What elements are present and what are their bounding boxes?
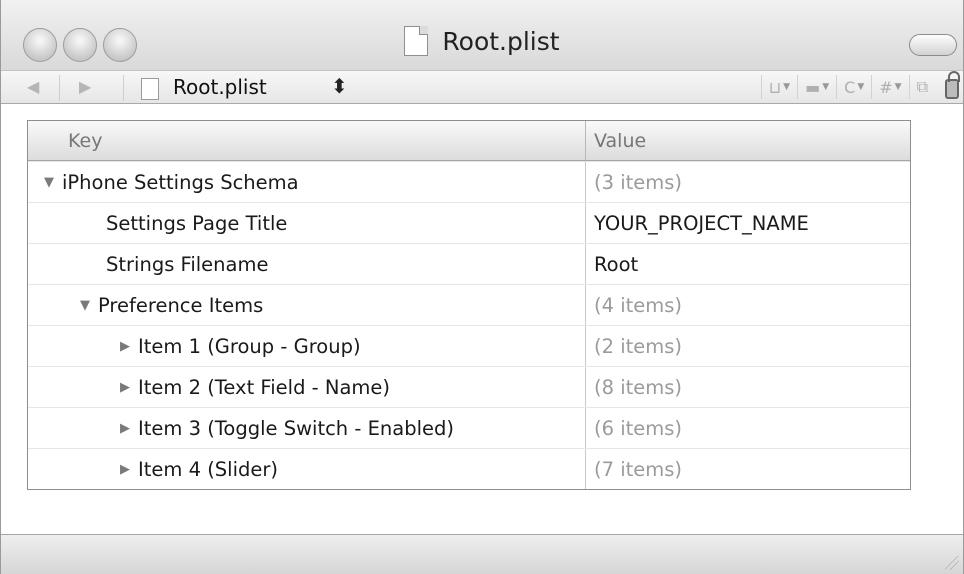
disclosure-collapsed-icon[interactable]: ▶ [120, 462, 138, 477]
disclosure-collapsed-icon[interactable]: ▶ [120, 421, 138, 436]
value-cell: (3 items) [594, 170, 683, 194]
bookmarks-popup[interactable]: ⊔ ▼ [760, 75, 797, 99]
class-hierarchy-popup[interactable]: C ▼ [836, 75, 871, 99]
key-label: Item 2 (Text Field - Name) [138, 375, 391, 399]
key-label: Settings Page Title [106, 211, 288, 235]
plist-outline: Key Value ▼ iPhone Settings Schema (3 it… [27, 120, 911, 490]
breakpoints-popup[interactable]: ▬ ▼ [797, 75, 836, 99]
disclosure-collapsed-icon[interactable]: ▶ [120, 380, 138, 395]
caret-down-icon: ▼ [783, 82, 791, 92]
key-label: Preference Items [98, 293, 264, 317]
table-row[interactable]: ▶ Item 1 (Group - Group) (2 items) [28, 325, 910, 366]
plist-editor-window: Root.plist ◀ ▶ Root.plist ⬍ ⊔ ▼ ▬ ▼ C ▼ # ▼ … [0, 0, 964, 574]
key-label: Item 3 (Toggle Switch - Enabled) [138, 416, 455, 440]
file-popup-label[interactable]: Root.plist [173, 75, 267, 99]
table-row[interactable]: ▼ Preference Items (4 items) [28, 284, 910, 325]
counterpart-button[interactable]: ⧉ [908, 75, 935, 99]
caret-down-icon: ▼ [894, 82, 902, 92]
table-row[interactable]: ▼ iPhone Settings Schema (3 items) [28, 161, 910, 202]
value-cell: (4 items) [594, 293, 683, 317]
disclosure-collapsed-icon[interactable]: ▶ [120, 339, 138, 354]
window-title: Root.plist [442, 26, 560, 56]
lock-icon[interactable] [945, 71, 960, 99]
editor-tools: ⊔ ▼ ▬ ▼ C ▼ # ▼ ⧉ [760, 71, 963, 99]
value-cell: (8 items) [594, 375, 683, 399]
bookmark-icon: ⊔ [768, 77, 782, 97]
key-label: Strings Filename [106, 252, 269, 276]
table-row[interactable]: Strings Filename Root [28, 243, 910, 284]
table-header: Key Value [28, 121, 910, 161]
value-cell: (6 items) [594, 416, 683, 440]
table-row[interactable]: Settings Page Title YOUR_PROJECT_NAME [28, 202, 910, 243]
includes-popup[interactable]: # ▼ [871, 75, 908, 99]
navigation-bar: ◀ ▶ Root.plist ⬍ ⊔ ▼ ▬ ▼ C ▼ # ▼ ⧉ [1, 70, 963, 104]
key-cell: ▶ Item 3 (Toggle Switch - Enabled) [28, 408, 586, 448]
key-column-header[interactable]: Key [28, 121, 586, 160]
nav-divider [123, 75, 124, 101]
value-column-header[interactable]: Value [586, 121, 910, 160]
table-row[interactable]: ▶ Item 4 (Slider) (7 items) [28, 448, 910, 489]
table-row[interactable]: ▶ Item 2 (Text Field - Name) (8 items) [28, 366, 910, 407]
title-bar[interactable]: Root.plist [1, 0, 963, 70]
value-cell: (2 items) [594, 334, 683, 358]
breakpoint-icon: ▬ [805, 77, 821, 97]
key-cell: ▼ Preference Items [28, 285, 586, 325]
file-popup-updown-icon[interactable]: ⬍ [331, 74, 348, 98]
key-cell: Settings Page Title [28, 203, 586, 243]
key-label: Item 1 (Group - Group) [138, 334, 361, 358]
resize-grip-icon[interactable] [945, 556, 959, 570]
value-cell[interactable]: YOUR_PROJECT_NAME [586, 203, 910, 243]
table-row[interactable]: ▶ Item 3 (Toggle Switch - Enabled) (6 it… [28, 407, 910, 448]
value-cell: (7 items) [594, 457, 683, 481]
key-cell: ▶ Item 2 (Text Field - Name) [28, 367, 586, 407]
toolbar-toggle-button[interactable] [909, 34, 957, 56]
class-icon: C [844, 77, 856, 97]
editor-content: Key Value ▼ iPhone Settings Schema (3 it… [1, 104, 963, 534]
file-document-icon [141, 78, 159, 100]
key-cell: Strings Filename [28, 244, 586, 284]
key-cell: ▶ Item 4 (Slider) [28, 449, 586, 489]
value-cell[interactable]: Root [586, 244, 910, 284]
counterpart-icon: ⧉ [916, 77, 928, 96]
include-icon: # [879, 77, 893, 97]
document-icon [404, 26, 429, 56]
key-label: iPhone Settings Schema [62, 170, 299, 194]
forward-arrow-icon[interactable]: ▶ [79, 77, 91, 96]
key-label: Item 4 (Slider) [138, 457, 279, 481]
caret-down-icon: ▼ [857, 82, 865, 92]
nav-divider [59, 75, 60, 101]
key-cell: ▶ Item 1 (Group - Group) [28, 326, 586, 366]
key-cell: ▼ iPhone Settings Schema [28, 162, 586, 202]
disclosure-expanded-icon[interactable]: ▼ [80, 298, 98, 313]
status-bar [1, 534, 963, 574]
window-title-area: Root.plist [1, 26, 963, 56]
disclosure-expanded-icon[interactable]: ▼ [44, 175, 62, 190]
caret-down-icon: ▼ [822, 82, 830, 92]
back-arrow-icon[interactable]: ◀ [27, 77, 39, 96]
